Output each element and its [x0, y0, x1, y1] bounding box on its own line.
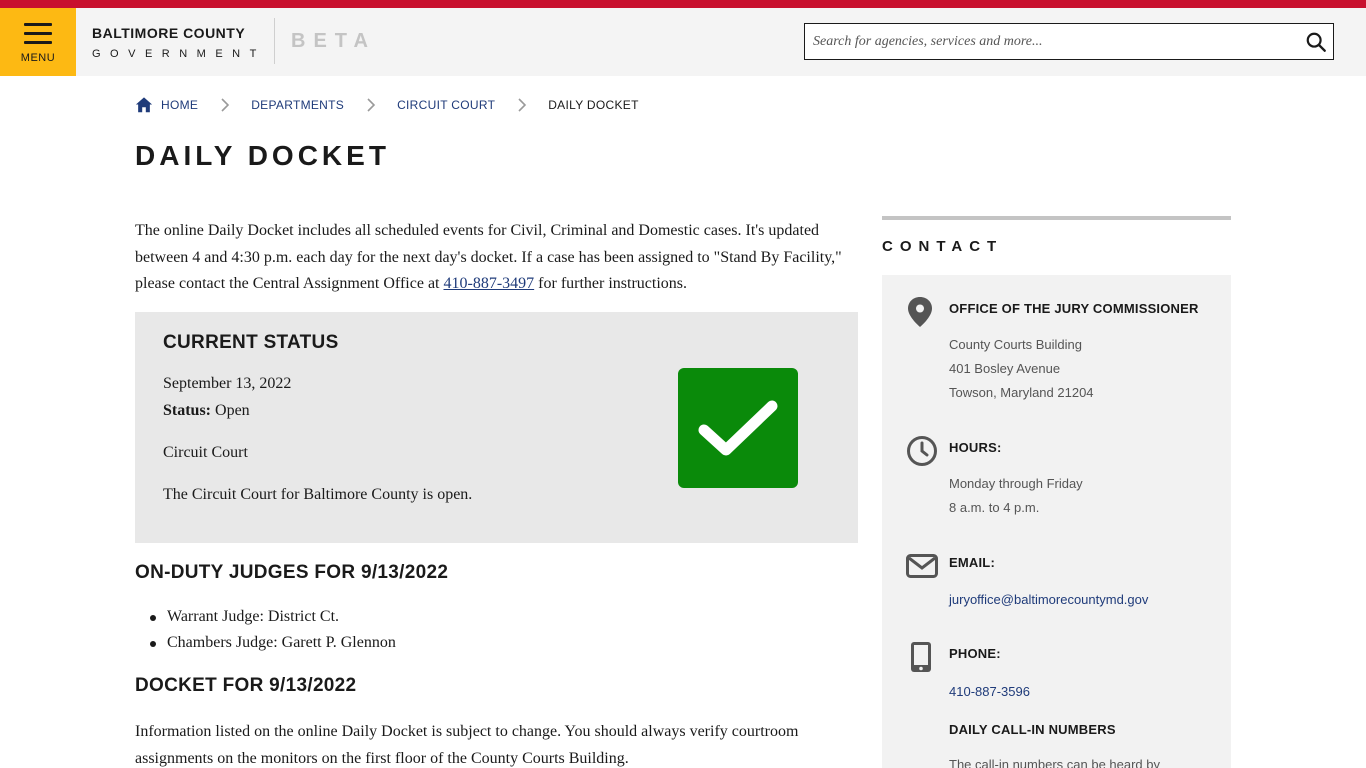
- intro-paragraph: The online Daily Docket includes all sch…: [135, 218, 860, 298]
- brand-subtitle[interactable]: GOVERNMENT: [92, 48, 266, 60]
- email-link[interactable]: juryoffice@baltimorecountymd.gov: [949, 592, 1148, 607]
- search-icon[interactable]: [1305, 31, 1327, 53]
- status-message: The Circuit Court for Baltimore County i…: [163, 486, 473, 503]
- hamburger-icon-bar: [24, 32, 52, 35]
- office-address-line: Towson, Maryland 21204: [949, 385, 1094, 400]
- home-icon[interactable]: [135, 96, 153, 114]
- judges-list: Warrant Judge: District Ct. Chambers Jud…: [135, 604, 396, 656]
- page-title: DAILY DOCKET: [135, 140, 390, 171]
- phone-label: PHONE:: [949, 646, 1001, 661]
- status-date: September 13, 2022: [163, 375, 292, 392]
- menu-button[interactable]: MENU: [0, 8, 76, 76]
- top-accent-bar: [0, 0, 1366, 8]
- status-value: Open: [215, 402, 250, 419]
- chevron-right-icon: [221, 98, 230, 112]
- contact-heading: CONTACT: [882, 238, 1004, 255]
- list-item: Chambers Judge: Garett P. Glennon: [135, 630, 396, 656]
- site-header: MENU BALTIMORE COUNTY GOVERNMENT BETA: [0, 8, 1366, 76]
- contact-panel: OFFICE OF THE JURY COMMISSIONER County C…: [882, 275, 1231, 768]
- phone-link[interactable]: 410-887-3596: [949, 684, 1030, 699]
- brand-divider: [274, 18, 275, 64]
- envelope-icon: [906, 554, 938, 578]
- email-label: EMAIL:: [949, 555, 995, 570]
- contact-divider: [882, 216, 1231, 220]
- callin-label: DAILY CALL-IN NUMBERS: [949, 722, 1116, 737]
- clock-icon: [907, 436, 937, 466]
- central-assignment-phone-link[interactable]: 410-887-3497: [444, 275, 535, 292]
- intro-text-end: for further instructions.: [534, 275, 688, 292]
- beta-label: BETA: [291, 30, 376, 52]
- chevron-right-icon: [367, 98, 376, 112]
- current-status-panel: CURRENT STATUS September 13, 2022 Status…: [135, 312, 858, 543]
- office-address-line: 401 Bosley Avenue: [949, 361, 1061, 376]
- open-status-tile: [678, 368, 798, 488]
- status-label: Status:: [163, 402, 212, 419]
- chevron-right-icon: [518, 98, 527, 112]
- docket-info-text: Information listed on the online Daily D…: [135, 723, 799, 767]
- office-label: OFFICE OF THE JURY COMMISSIONER: [949, 301, 1199, 316]
- breadcrumb-current: DAILY DOCKET: [548, 98, 639, 112]
- map-pin-icon: [908, 297, 932, 327]
- docket-heading: DOCKET FOR 9/13/2022: [135, 675, 357, 696]
- breadcrumb-departments[interactable]: DEPARTMENTS: [251, 98, 344, 112]
- hamburger-icon: [24, 23, 52, 26]
- checkmark-icon: [698, 400, 778, 456]
- hamburger-icon-bar: [24, 41, 52, 44]
- search-input[interactable]: [813, 24, 1293, 59]
- menu-label: MENU: [20, 52, 56, 64]
- hours-line: Monday through Friday: [949, 476, 1083, 491]
- mobile-phone-icon: [911, 642, 931, 672]
- office-address-line: County Courts Building: [949, 337, 1082, 352]
- list-item: Warrant Judge: District Ct.: [135, 604, 396, 630]
- brand-name[interactable]: BALTIMORE COUNTY: [92, 25, 245, 41]
- status-line: Status: Open: [163, 402, 250, 420]
- status-heading: CURRENT STATUS: [163, 332, 339, 353]
- breadcrumb: HOME DEPARTMENTS CIRCUIT COURT DAILY DOC…: [135, 94, 639, 116]
- hours-label: HOURS:: [949, 440, 1002, 455]
- judges-heading: ON-DUTY JUDGES FOR 9/13/2022: [135, 562, 449, 583]
- search-box: [804, 23, 1334, 60]
- callin-text: The call-in numbers can be heard by: [949, 757, 1161, 768]
- hours-line: 8 a.m. to 4 p.m.: [949, 500, 1040, 515]
- breadcrumb-circuit-court[interactable]: CIRCUIT COURT: [397, 98, 495, 112]
- status-court: Circuit Court: [163, 444, 248, 461]
- breadcrumb-home[interactable]: HOME: [161, 98, 198, 112]
